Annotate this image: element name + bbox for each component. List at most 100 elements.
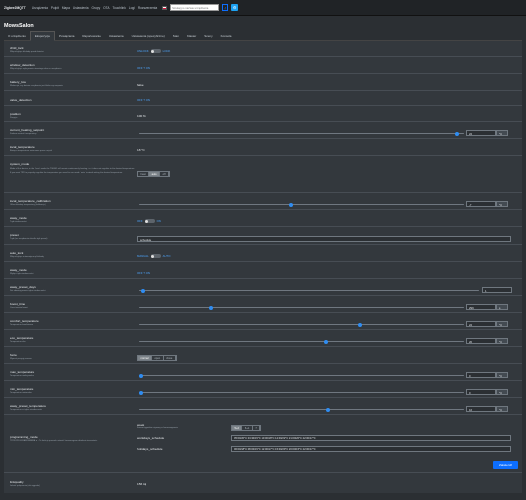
nav-groups[interactable]: Grupy [91, 6, 100, 10]
system-mode-auto[interactable]: auto [149, 172, 161, 176]
child-lock-switch[interactable]: UNLOCK LOCK [137, 49, 170, 53]
tab-about[interactable]: O urządzeniu [4, 32, 30, 40]
nav-devices[interactable]: Urządzenia [32, 6, 48, 10]
boost-time-slider[interactable] [139, 305, 464, 310]
week-selector[interactable]: 5+2 6+1 7 [231, 425, 262, 431]
force-label: force [10, 353, 17, 357]
battery-low-label: battery_low [10, 80, 26, 84]
max-temperature-handle[interactable] [139, 373, 143, 378]
language-flag-icon[interactable] [162, 5, 168, 10]
lock-icon[interactable]: ⚷ [222, 4, 229, 11]
away-preset-temperature-input[interactable]: 16 [466, 406, 496, 412]
auto-lock-toggle[interactable] [150, 254, 161, 258]
nav-map[interactable]: Mapa [62, 6, 70, 10]
min-temperature-input[interactable]: 0 [466, 389, 496, 395]
force-close[interactable]: close [164, 356, 176, 360]
nav-touchlink[interactable]: Touchlink [113, 6, 126, 10]
system-mode-heat[interactable]: heat [138, 172, 150, 176]
workdays-schedule-input[interactable]: 05:00/20°C 04:30/15°C 10:00/18°C 12:00/2… [231, 435, 511, 441]
week-5-2[interactable]: 5+2 [232, 426, 243, 430]
eco-temperature-input[interactable]: 20 [466, 338, 496, 344]
current-heating-setpoint-input[interactable]: 22 [466, 130, 496, 136]
eco-temperature-slider[interactable] [139, 339, 464, 344]
window-detection-switch[interactable]: OFF ? ON [137, 66, 150, 70]
valve-detection-switch[interactable]: OFF ? ON [137, 98, 150, 102]
eco-temperature-unit: °C [496, 338, 508, 344]
min-temperature-slider[interactable] [139, 390, 464, 395]
current-heating-setpoint-handle[interactable] [455, 131, 459, 136]
away-preset-days-row: away_preset_days Dni obowiązywania trybu… [4, 284, 522, 296]
tab-settings[interactable]: Ustawienia [105, 32, 128, 40]
boost-time-input[interactable]: 299 [466, 304, 496, 310]
away-preset-days-handle[interactable] [141, 288, 145, 293]
tab-console[interactable]: Konsola [217, 32, 236, 40]
away-preset-temperature-handle[interactable] [326, 407, 330, 412]
max-temperature-label: max_temperature [10, 370, 35, 374]
eco-temperature-desc: Temperatura eko [10, 341, 26, 343]
preset-input[interactable]: schedule [137, 236, 511, 242]
local-temperature-value: 18 °C [137, 148, 145, 152]
week-6-1[interactable]: 6+1 [242, 426, 253, 430]
tab-state[interactable]: Stan [169, 32, 183, 40]
system-mode-selector[interactable]: heat auto off [137, 171, 170, 177]
local-temperature-row: local_temperature Bieżąca temperatura zm… [4, 144, 522, 156]
away-preset-days-slider[interactable] [139, 288, 479, 293]
comfort-temperature-desc: Temperatura komfortowa [10, 324, 33, 326]
local-temperature-calibration-unit: °C [496, 201, 508, 207]
linkquality-desc: Jakość połączenia (siła sygnału) [10, 485, 40, 487]
nav-ota[interactable]: OTA [103, 6, 109, 10]
comfort-temperature-input[interactable]: 22 [466, 321, 496, 327]
boost-time-handle[interactable] [209, 305, 213, 310]
local-temperature-calibration-input[interactable]: -7 [466, 201, 496, 207]
tab-bind[interactable]: Powiązania [55, 32, 78, 40]
position-desc: Pozycja [10, 117, 18, 119]
tab-clusters[interactable]: Klaster [183, 32, 200, 40]
local-temperature-calibration-slider[interactable] [139, 202, 464, 207]
away-mode-toggle[interactable] [144, 219, 155, 223]
local-temperature-calibration-row: local_temperature_calibration Offset lok… [4, 198, 522, 210]
away-mode-2-label: away_mode [10, 268, 27, 272]
max-temperature-input[interactable]: 0 [466, 372, 496, 378]
holidays-schedule-input[interactable]: 06:00/18°C 08:00/15°C 12:00/17°C 15:00/2… [231, 446, 511, 452]
max-temperature-slider[interactable] [139, 373, 464, 378]
gear-icon[interactable]: ⚙ [231, 4, 239, 11]
programming-mode-row: programming_mode TRYB PROGRAMOWANIA ⏷ - … [4, 420, 522, 473]
auto-lock-row: auto_lock Włącz/wyłącz automatyczną blok… [4, 250, 522, 262]
submit-schedule-button[interactable]: Zatwierdź [493, 461, 518, 469]
week-7[interactable]: 7 [253, 426, 261, 430]
force-normal[interactable]: normal [138, 356, 152, 360]
tab-scenes[interactable]: Sceny [200, 32, 216, 40]
battery-low-desc: Wskazuje, czy bateria urządzenia jest bl… [10, 85, 63, 87]
force-open[interactable]: open [152, 356, 164, 360]
comfort-temperature-handle[interactable] [358, 322, 362, 327]
min-temperature-label: min_temperature [10, 387, 34, 391]
current-heating-setpoint-slider[interactable] [139, 131, 464, 136]
eco-temperature-handle[interactable] [324, 339, 328, 344]
away-preset-temperature-slider[interactable] [139, 407, 464, 412]
tab-specific-settings[interactable]: Ustawienia (specyficzne) [128, 32, 169, 40]
preset-desc: Tryb (ten urządzenie określa tryb preset… [10, 238, 48, 240]
tab-exposes[interactable]: Ekspozycje [29, 30, 56, 41]
away-preset-days-input[interactable]: 1 [482, 287, 512, 293]
away-mode-switch[interactable]: OFF ON [137, 219, 161, 223]
max-temperature-desc: Temperatura maksymalna [10, 375, 34, 377]
nav-dashboard[interactable]: Pulpit [51, 6, 59, 10]
auto-lock-switch[interactable]: MANUAL AUTO [137, 254, 170, 258]
device-search-input[interactable]: Szukaj po nazwie urządzenia [170, 4, 220, 11]
nav-extensions[interactable]: Rozszerzenia [138, 6, 157, 10]
local-temperature-calibration-handle[interactable] [289, 202, 293, 207]
nav-settings[interactable]: Ustawienia [73, 6, 89, 10]
force-selector[interactable]: normal open close [137, 355, 177, 361]
away-preset-temperature-unit: °C [496, 406, 508, 412]
tab-reporting[interactable]: Raportowanie [78, 32, 105, 40]
child-lock-toggle[interactable] [150, 49, 161, 53]
system-mode-off[interactable]: off [160, 172, 169, 176]
nav-logs[interactable]: Logi [129, 6, 135, 10]
eco-temperature-row: eco_temperature Temperatura eko 20 °C [4, 335, 522, 347]
brand-logo[interactable]: Zigbee2MQTT [4, 6, 26, 10]
min-temperature-handle[interactable] [139, 390, 143, 395]
comfort-temperature-slider[interactable] [139, 322, 464, 327]
auto-lock-manual-label: MANUAL [137, 254, 149, 258]
top-navigation-bar: Zigbee2MQTT Urządzenia Pulpit Mapa Ustaw… [0, 0, 526, 16]
away-mode-2-switch[interactable]: OFF ? ON [137, 271, 150, 275]
